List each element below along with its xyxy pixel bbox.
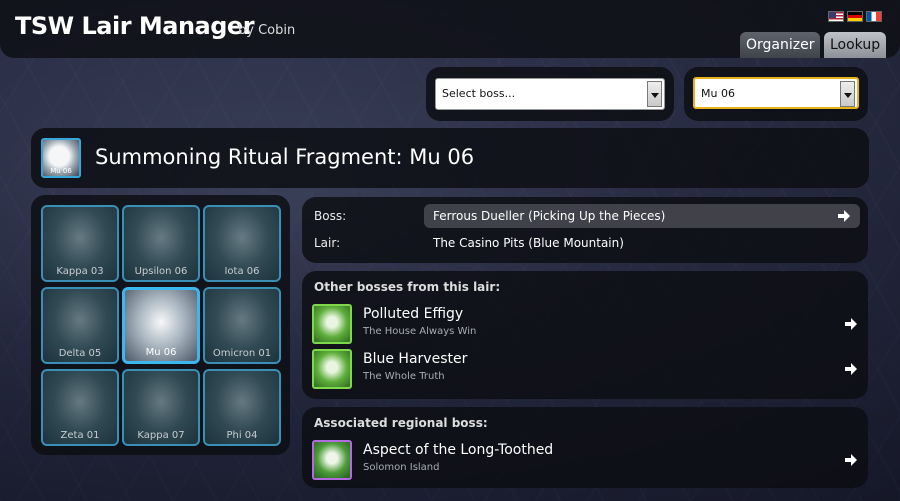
boss-portrait-icon	[312, 349, 352, 389]
regional-boss-title: Associated regional boss:	[314, 416, 488, 430]
other-bosses-panel: Other bosses from this lair: Polluted Ef…	[302, 271, 868, 399]
flag-de-icon[interactable]	[847, 11, 863, 22]
fragment-icon: Mu 06	[41, 138, 81, 178]
boss-lair-info: Boss: Ferrous Dueller (Picking Up the Pi…	[302, 197, 868, 263]
arrow-right-icon[interactable]	[845, 454, 857, 466]
fragment-cell-label: Kappa 03	[56, 266, 104, 277]
language-switcher	[828, 11, 882, 22]
fragment-cell-label: Zeta 01	[60, 430, 100, 441]
fragment-select[interactable]: Mu 06	[693, 77, 859, 109]
fragment-cell[interactable]: Omicron 01	[203, 287, 281, 364]
other-bosses-title: Other bosses from this lair:	[314, 280, 501, 294]
boss-link-label: Ferrous Dueller (Picking Up the Pieces)	[433, 209, 666, 223]
tab-lookup[interactable]: Lookup	[824, 32, 886, 58]
lair-value: The Casino Pits (Blue Mountain)	[433, 236, 624, 250]
regional-boss-panel: Associated regional boss: Aspect of the …	[302, 407, 868, 488]
fragment-cell[interactable]: Iota 06	[203, 205, 281, 282]
boss-portrait-icon	[312, 440, 352, 480]
fragment-cell-label: Kappa 07	[137, 430, 185, 441]
app-header: TSW Lair Manager by Cobin Organizer Look…	[0, 0, 900, 58]
fragment-cell-label: Omicron 01	[212, 348, 272, 359]
boss-link[interactable]: Ferrous Dueller (Picking Up the Pieces)	[424, 204, 860, 228]
fragment-cell-label: Upsilon 06	[134, 266, 188, 277]
fragment-cell[interactable]: Phi 04	[203, 369, 281, 446]
fragment-cell-label: Phi 04	[226, 430, 258, 441]
tab-organizer[interactable]: Organizer	[740, 32, 820, 58]
boss-name: Blue Harvester	[363, 351, 468, 367]
boss-mission: The House Always Win	[363, 326, 477, 337]
fragment-icon-label: Mu 06	[50, 167, 72, 175]
chevron-down-icon[interactable]	[840, 81, 855, 107]
arrow-right-icon[interactable]	[838, 210, 850, 222]
flag-fr-icon[interactable]	[866, 11, 882, 22]
app-title: TSW Lair Manager	[15, 12, 255, 40]
boss-portrait-icon	[312, 304, 352, 344]
boss-row[interactable]: Polluted Effigy The House Always Win	[312, 304, 858, 344]
item-title: Summoning Ritual Fragment: Mu 06	[95, 145, 475, 169]
fragment-select-panel: Mu 06	[684, 67, 868, 121]
boss-select[interactable]: Select boss...	[435, 78, 665, 110]
arrow-right-icon[interactable]	[845, 318, 857, 330]
boss-key: Boss:	[314, 209, 347, 223]
app-byline: by Cobin	[238, 23, 296, 38]
boss-select-value: Select boss...	[442, 87, 516, 100]
boss-name: Aspect of the Long-Toothed	[363, 442, 554, 458]
boss-name: Polluted Effigy	[363, 306, 464, 322]
boss-row[interactable]: Blue Harvester The Whole Truth	[312, 349, 858, 389]
regional-boss-row[interactable]: Aspect of the Long-Toothed Solomon Islan…	[312, 440, 858, 480]
fragment-grid: Kappa 03 Upsilon 06 Iota 06 Delta 05 Mu …	[31, 195, 290, 455]
fragment-cell[interactable]: Delta 05	[41, 287, 119, 364]
fragment-cell-label: Delta 05	[58, 348, 102, 359]
boss-select-panel: Select boss...	[426, 67, 674, 121]
chevron-down-icon[interactable]	[647, 81, 662, 107]
item-header: Mu 06 Summoning Ritual Fragment: Mu 06	[31, 128, 869, 188]
fragment-cell-label: Iota 06	[224, 266, 260, 277]
fragment-cell[interactable]: Upsilon 06	[122, 205, 200, 282]
fragment-cell[interactable]: Kappa 03	[41, 205, 119, 282]
fragment-select-value: Mu 06	[701, 87, 735, 100]
boss-mission: The Whole Truth	[363, 371, 445, 382]
boss-location: Solomon Island	[363, 462, 440, 473]
fragment-cell-active[interactable]: Mu 06	[122, 287, 200, 364]
fragment-cell[interactable]: Zeta 01	[41, 369, 119, 446]
fragment-cell[interactable]: Kappa 07	[122, 369, 200, 446]
arrow-right-icon[interactable]	[845, 363, 857, 375]
flag-us-icon[interactable]	[828, 11, 844, 22]
fragment-cell-label: Mu 06	[145, 347, 177, 358]
lair-key: Lair:	[314, 236, 341, 250]
